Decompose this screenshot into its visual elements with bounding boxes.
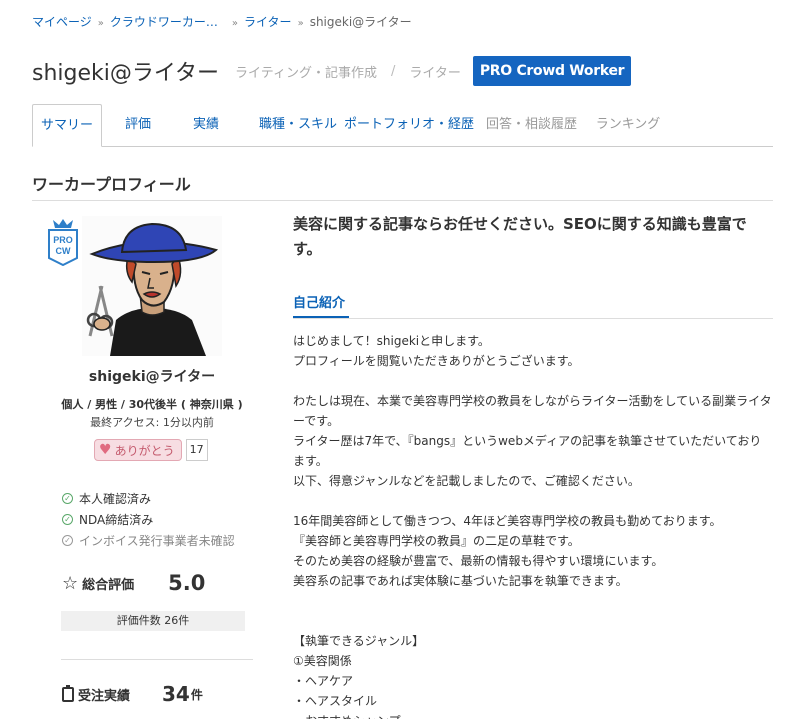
last-access: 最終アクセス: 1分以内前 bbox=[90, 416, 214, 429]
tab-summary[interactable]: サマリー bbox=[32, 104, 102, 147]
intro-line: わたしは現在、本業で美容専門学校の教員をしながらライター活動をしている副業ライタ… bbox=[293, 394, 772, 428]
jobs-record: 受注実績 34 件 bbox=[62, 682, 203, 706]
section-title: ワーカープロフィール bbox=[32, 175, 191, 194]
section-divider bbox=[32, 200, 773, 201]
intro-line: ・ヘアケア bbox=[293, 674, 354, 688]
intro-line: ・ヘアスタイル bbox=[293, 694, 378, 708]
profile-header: shigeki@ライター ライティング・記事作成 / ライター PRO Crow… bbox=[32, 55, 632, 87]
intro-divider bbox=[293, 318, 773, 319]
pro-crowd-worker-badge[interactable]: PRO Crowd Worker bbox=[472, 56, 632, 86]
check-circle-icon: ✓ bbox=[62, 535, 73, 546]
rating-score: 5.0 bbox=[168, 571, 206, 595]
review-count[interactable]: 評価件数 26件 bbox=[61, 611, 245, 631]
emblem-bottom-text: CW bbox=[56, 246, 71, 256]
jobs-unit: 件 bbox=[190, 687, 203, 702]
breadcrumb-current: shigeki@ライター bbox=[309, 15, 412, 29]
star-outline-icon: ☆ bbox=[62, 572, 79, 594]
self-introduction-text: はじめまして！shigekiと申します。 プロフィールを閲覧いただきありがとうご… bbox=[293, 331, 773, 719]
worker-name: shigeki@ライター bbox=[88, 369, 216, 385]
thanks-label: ありがとう bbox=[114, 443, 175, 458]
rating-label: 総合評価 bbox=[82, 577, 135, 593]
overall-rating: ☆ 総合評価 5.0 bbox=[62, 571, 205, 595]
catchphrase: 美容に関する記事ならお任せください。SEOに関する知識も豊富です。 bbox=[293, 215, 747, 258]
avatar bbox=[82, 216, 222, 356]
breadcrumb: マイページ» クラウドワーカー…» ライター» shigeki@ライター bbox=[32, 15, 412, 29]
intro-line: ・おすすめシャンプー bbox=[293, 711, 773, 719]
intro-line: そのため美容の経験が豊富で、最新の情報も得やすい環境にいます。 bbox=[293, 554, 664, 568]
profile-tabs: サマリー 評価 実績 職種・スキル ポートフォリオ・経歴 回答・相談履歴 ランキ… bbox=[32, 104, 773, 147]
verification-nda: ✓ NDA締結済み bbox=[62, 511, 153, 528]
category-label: ライティング・記事作成 bbox=[235, 65, 377, 81]
intro-line: 【執筆できるジャンル】 bbox=[293, 634, 425, 648]
tab-answers: 回答・相談履歴 bbox=[486, 117, 578, 132]
intro-line bbox=[293, 591, 773, 611]
breadcrumb-crowdworker[interactable]: クラウドワーカー… bbox=[110, 15, 218, 29]
intro-line: 16年間美容師として働きつつ、4年ほど美容専門学校の教員も勤めております。 bbox=[293, 514, 722, 528]
tab-ranking: ランキング bbox=[595, 117, 661, 132]
verification-identity: ✓ 本人確認済み bbox=[62, 490, 151, 507]
check-circle-icon: ✓ bbox=[62, 493, 73, 504]
intro-line bbox=[293, 491, 773, 511]
intro-line: プロフィールを閲覧いただきありがとうございます。 bbox=[293, 354, 580, 368]
pro-emblem-icon: PRO CW bbox=[47, 218, 79, 267]
thanks-widget: ♥ ありがとう 17 bbox=[94, 438, 208, 462]
check-circle-icon: ✓ bbox=[62, 514, 73, 525]
heart-icon: ♥ bbox=[99, 442, 112, 458]
thanks-count: 17 bbox=[185, 439, 208, 461]
emblem-top-text: PRO bbox=[53, 235, 73, 245]
thanks-button[interactable]: ♥ ありがとう bbox=[94, 439, 182, 461]
tab-skills[interactable]: 職種・スキル bbox=[250, 104, 346, 147]
intro-line bbox=[293, 611, 773, 631]
clipboard-icon bbox=[62, 684, 74, 702]
intro-line: 美容系の記事であれば実体験に基づいた記事を執筆できます。 bbox=[293, 574, 628, 588]
jobs-count: 34 bbox=[162, 682, 190, 706]
verification-invoice: ✓ インボイス発行事業者未確認 bbox=[62, 532, 235, 549]
intro-line: 以下、得意ジャンルなどを記載しましたので、ご確認ください。 bbox=[293, 474, 640, 488]
tab-reviews[interactable]: 評価 bbox=[116, 104, 160, 147]
jobs-label: 受注実績 bbox=[78, 688, 131, 704]
intro-line: 『美容師と美容専門学校の教員』の二足の草鞋です。 bbox=[293, 534, 580, 548]
intro-line: ①美容関係 bbox=[293, 654, 352, 668]
tab-self-introduction[interactable]: 自己紹介 bbox=[293, 292, 345, 311]
breadcrumb-writer[interactable]: ライター bbox=[244, 15, 292, 29]
breadcrumb-mypage[interactable]: マイページ bbox=[32, 15, 92, 29]
intro-line: ライター歴は7年で、『bangs』というwebメディアの記事を執筆させていただい… bbox=[293, 434, 762, 468]
page-title: shigeki@ライター bbox=[32, 61, 219, 86]
tab-results[interactable]: 実績 bbox=[184, 104, 228, 147]
left-divider bbox=[61, 659, 253, 660]
role-label: ライター bbox=[409, 65, 461, 81]
tab-portfolio[interactable]: ポートフォリオ・経歴 bbox=[344, 104, 474, 147]
intro-tab-underline bbox=[293, 316, 349, 318]
intro-line bbox=[293, 371, 773, 391]
category-separator: / bbox=[390, 63, 396, 79]
intro-line: はじめまして！shigekiと申します。 bbox=[293, 334, 490, 348]
worker-attributes: 個人 / 男性 / 30代後半 ( 神奈川県 ) bbox=[61, 398, 243, 411]
